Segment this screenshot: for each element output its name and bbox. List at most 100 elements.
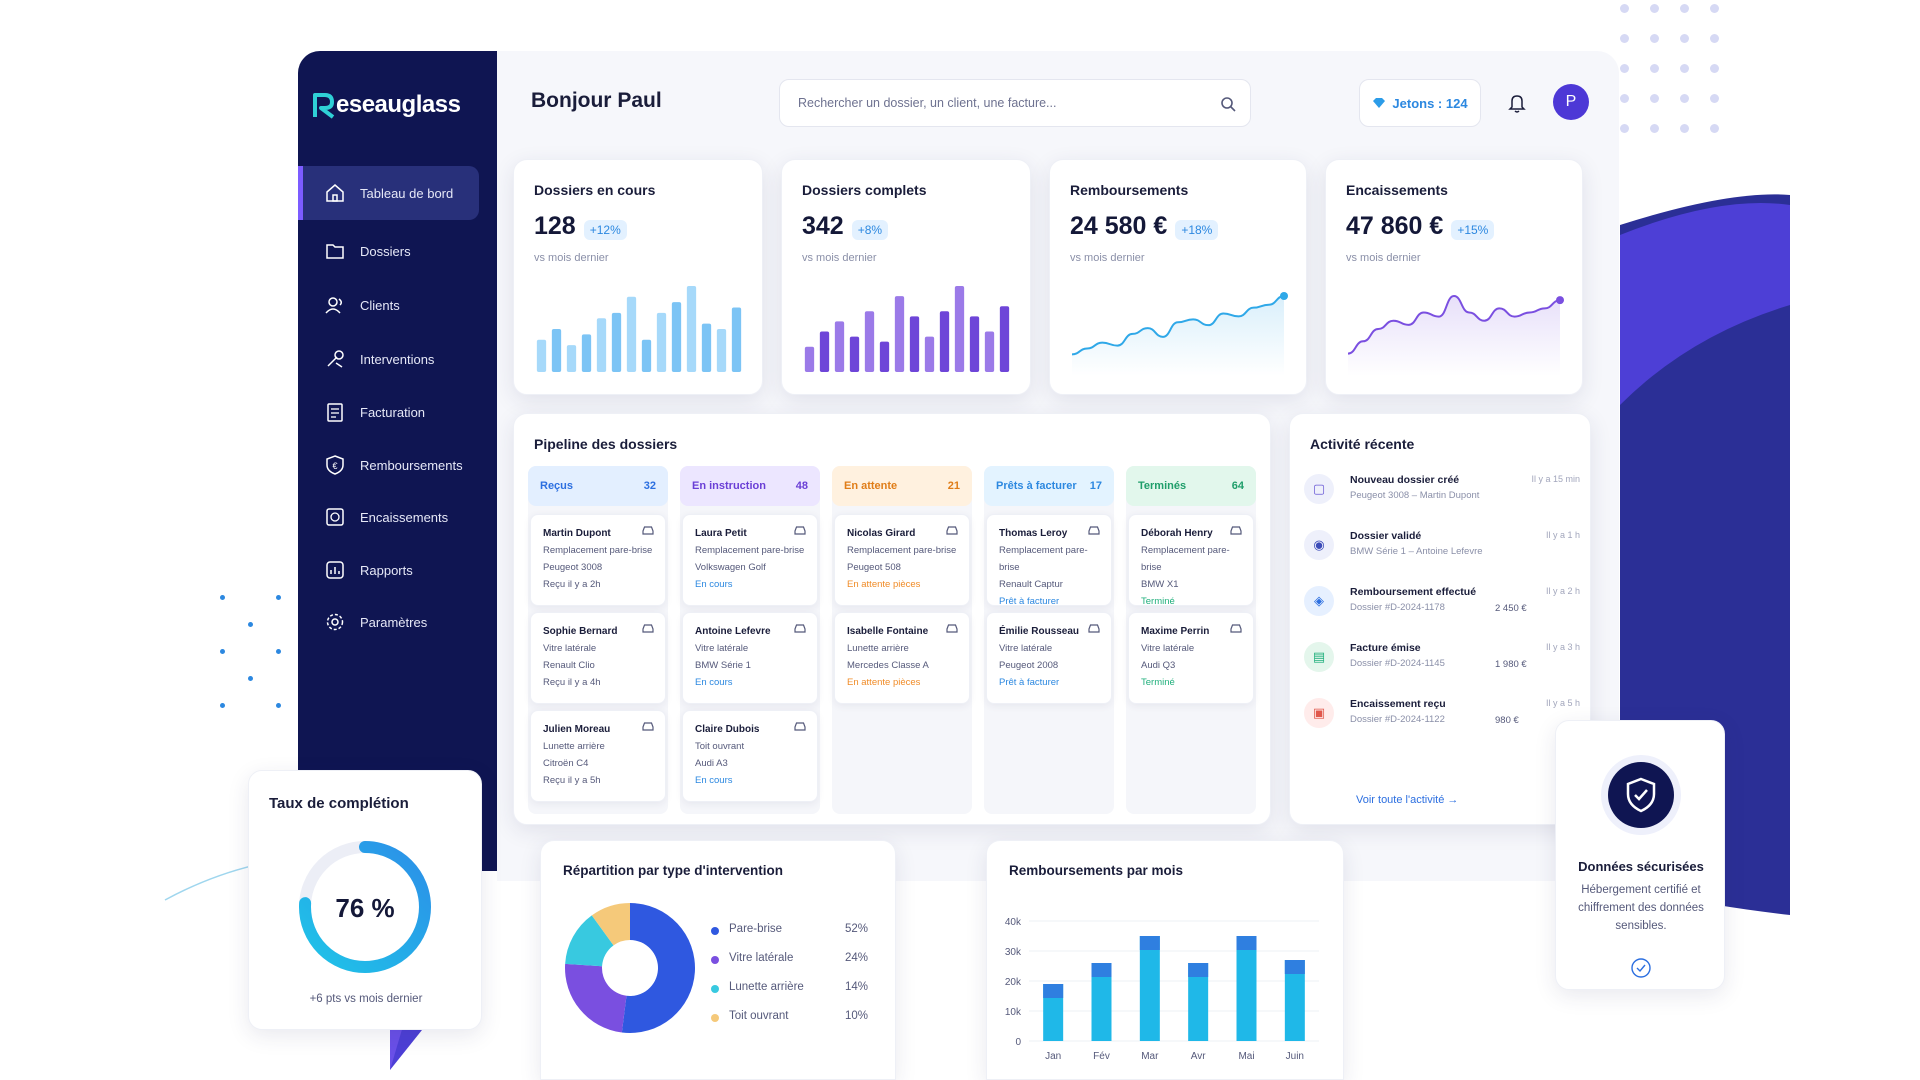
pipeline-column-header[interactable]: En instruction 48: [680, 466, 820, 506]
sidebar-item-interventions[interactable]: Interventions: [298, 332, 479, 386]
completion-card: Taux de complétion 76 % +6 pts vs mois d…: [248, 770, 482, 1030]
activity-item[interactable]: ▢ Nouveau dossier créé Peugeot 3008 – Mart…: [1290, 474, 1580, 524]
pipeline-column-header[interactable]: Reçus 32: [528, 466, 668, 506]
sidebar-item-label: Rapports: [360, 562, 413, 578]
sidebar-item-remboursements[interactable]: € Remboursements: [298, 438, 479, 492]
pipeline-card[interactable]: Martin Dupont Remplacement pare-brise Peug…: [530, 514, 666, 606]
card-vehicle: Peugeot 2008: [999, 660, 1059, 671]
activity-item[interactable]: ◉ Dossier validé BMW Série 1 – Antoine Lef…: [1290, 530, 1580, 580]
brand-logo[interactable]: eseauglass: [312, 91, 461, 119]
card-vehicle: Audi Q3: [1141, 660, 1176, 671]
sidebar-item-facturation[interactable]: Facturation: [298, 385, 479, 439]
car-icon: [642, 624, 654, 633]
pipeline-card[interactable]: Déborah Henry Remplacement pare-brise BMW …: [1128, 514, 1254, 607]
card-intervention: Remplacement pare-brise: [543, 545, 653, 556]
sidebar-item-encaissements[interactable]: Encaissements: [298, 490, 479, 544]
kpi-card[interactable]: Remboursements 24 580 € +18% vs mois dernie…: [1049, 159, 1307, 395]
search-bar[interactable]: Rechercher un dossier, un client, une fa…: [779, 79, 1251, 127]
card-intervention: Vitre latérale: [543, 643, 597, 654]
activity-title-text: Nouveau dossier créé: [1350, 474, 1460, 486]
pipeline-card[interactable]: Isabelle Fontaine Lunette arrière Mercedes…: [834, 612, 970, 704]
pipeline-card[interactable]: Thomas Leroy Remplacement pare-brise Renau…: [986, 514, 1112, 607]
view-all-activity-link[interactable]: Voir toute l'activité →: [1356, 794, 1458, 806]
search-icon[interactable]: [1220, 96, 1236, 112]
avatar[interactable]: P: [1553, 84, 1589, 120]
sparkline-bar: [939, 311, 950, 372]
sparkline-bar: [879, 341, 890, 372]
pipeline-column-header[interactable]: Terminés 64: [1126, 466, 1256, 506]
page-title: Bonjour Paul: [531, 89, 662, 112]
decor-dot: [248, 622, 253, 627]
decor-dot: [1680, 64, 1689, 73]
card-client-name: Julien Moreau: [543, 724, 611, 735]
kpi-value-row: 128 +12%: [534, 212, 627, 241]
decor-dot: [1710, 64, 1719, 73]
kpi-card[interactable]: Dossiers complets 342 +8% vs mois dernier: [781, 159, 1031, 395]
car-icon: [1230, 526, 1242, 535]
invoice-icon: [324, 401, 346, 423]
column-count: 21: [947, 480, 960, 492]
sidebar-item-dossiers[interactable]: Dossiers: [298, 224, 479, 278]
activity-sub: BMW Série 1 – Antoine Lefevre: [1350, 546, 1483, 557]
sidebar-item-label: Dossiers: [360, 243, 411, 259]
pipeline-card[interactable]: Julien Moreau Lunette arrière Citroën C4 Re…: [530, 710, 666, 802]
sidebar-item-rapports[interactable]: Rapports: [298, 543, 479, 597]
column-name: En instruction: [692, 480, 766, 492]
kpi-value-row: 342 +8%: [802, 212, 889, 241]
sparkline-bar: [999, 306, 1010, 372]
kpi-sub: vs mois dernier: [1070, 252, 1145, 264]
card-client-name: Martin Dupont: [543, 528, 611, 539]
card-vehicle: Peugeot 3008: [543, 562, 603, 573]
cash-icon: [324, 506, 346, 528]
pipeline-card[interactable]: Antoine Lefevre Vitre latérale BMW Série 1…: [682, 612, 818, 704]
sparkline-bar: [924, 336, 935, 372]
pipeline-card[interactable]: Émilie Rousseau Vitre latérale Peugeot 200…: [986, 612, 1112, 704]
logo-icon: [313, 93, 335, 119]
decor-dot: [1620, 64, 1629, 73]
search-input[interactable]: Rechercher un dossier, un client, une fa…: [798, 96, 1056, 110]
document-icon: ▢: [1304, 474, 1334, 504]
sparkline-bar: [656, 312, 667, 372]
sparkline-bar: [551, 329, 562, 372]
bell-icon[interactable]: [1508, 93, 1526, 113]
activity-item[interactable]: ▣ Encaissement reçu Dossier #D-2024-1122 Il…: [1290, 698, 1580, 748]
card-vehicle: BMW X1: [1141, 579, 1179, 590]
kpi-card[interactable]: Encaissements 47 860 € +15% vs mois dernier: [1325, 159, 1583, 395]
pipeline-column-header[interactable]: En attente 21: [832, 466, 972, 506]
decor-dot: [1710, 34, 1719, 43]
kpi-sparkline: [1071, 292, 1288, 376]
kpi-sub: vs mois dernier: [1346, 252, 1421, 264]
pipeline-card[interactable]: Sophie Bernard Vitre latérale Renault Clio…: [530, 612, 666, 704]
sidebar-item-tableau-de-bord[interactable]: Tableau de bord: [298, 166, 479, 220]
card-vehicle: Renault Captur: [999, 579, 1063, 590]
card-intervention: Remplacement pare-brise: [847, 545, 957, 556]
decor-dot: [1680, 94, 1689, 103]
bar-chart-title: Remboursements par mois: [1009, 863, 1184, 878]
decor-dot: [1620, 4, 1629, 13]
activity-item[interactable]: ◈ Remboursement effectué Dossier #D-2024-1…: [1290, 586, 1580, 636]
decor-dot: [1710, 4, 1719, 13]
pie-slice: [621, 903, 695, 1033]
decor-dot: [1650, 4, 1659, 13]
activity-time: Il y a 5 h: [1545, 698, 1580, 708]
pie-chart: [565, 903, 695, 1033]
card-intervention: Vitre latérale: [695, 643, 749, 654]
card-vehicle: Citroën C4: [543, 758, 589, 769]
kpi-value: 128: [534, 212, 576, 240]
shield-euro-icon: €: [324, 454, 346, 476]
sidebar-item-param-tres[interactable]: Paramètres: [298, 595, 479, 649]
sidebar-item-clients[interactable]: Clients: [298, 278, 479, 332]
sparkline-end-point: [1280, 292, 1288, 300]
legend-swatch: [711, 956, 719, 964]
pipeline-column-header[interactable]: Prêts à facturer 17: [984, 466, 1114, 506]
activity-item[interactable]: ▤ Facture émise Dossier #D-2024-1145 Il y a…: [1290, 642, 1580, 692]
pipeline-card[interactable]: Nicolas Girard Remplacement pare-brise Peu…: [834, 514, 970, 606]
pipeline-card[interactable]: Maxime Perrin Vitre latérale Audi Q3 Termin…: [1128, 612, 1254, 704]
pipeline-card[interactable]: Laura Petit Remplacement pare-brise Volksw…: [682, 514, 818, 606]
pipeline-card[interactable]: Claire Dubois Toit ouvrant Audi A3 En cours: [682, 710, 818, 802]
kpi-card[interactable]: Dossiers en cours 128 +12% vs mois dernier: [513, 159, 763, 395]
jetons-badge[interactable]: Jetons : 124: [1359, 79, 1481, 127]
decor-dot: [1680, 4, 1689, 13]
users-icon: [324, 294, 346, 316]
column-count: 64: [1231, 480, 1244, 492]
